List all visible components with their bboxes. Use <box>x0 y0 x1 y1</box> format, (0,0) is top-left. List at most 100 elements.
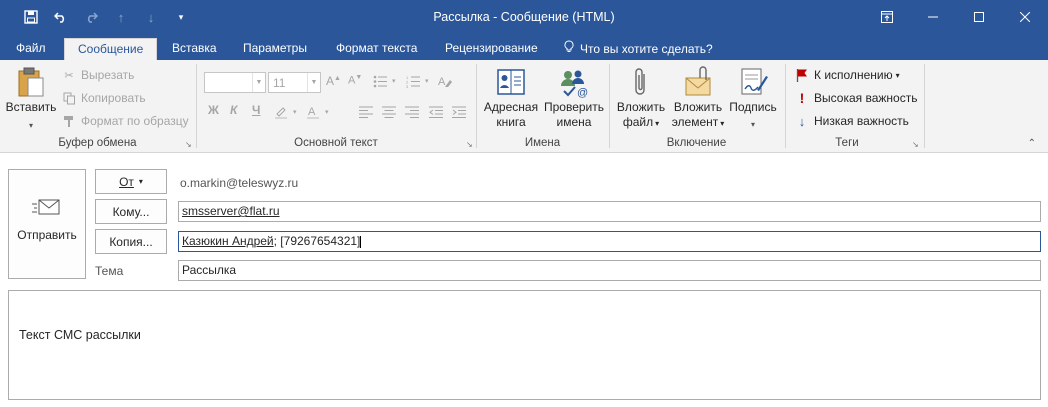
collapse-ribbon-icon[interactable]: ⌃ <box>1028 138 1036 149</box>
tab-insert[interactable]: Вставка <box>172 38 217 61</box>
tab-options[interactable]: Параметры <box>243 38 307 61</box>
shrink-font-icon: A▼ <box>348 74 363 87</box>
send-button[interactable]: Отправить <box>8 169 86 279</box>
paste-dropdown-icon[interactable]: ▾ <box>5 118 57 133</box>
svg-text:@: @ <box>577 87 588 98</box>
title-bar: ↑ ↓ ▾ Рассылка - Сообщение (HTML) <box>0 0 1048 34</box>
save-icon[interactable] <box>20 7 42 27</box>
down-arrow-icon: ↓ <box>798 113 806 129</box>
signature-icon <box>737 66 769 98</box>
tab-message[interactable]: Сообщение <box>64 38 158 61</box>
check-names-label-line1: Проверить <box>543 100 604 114</box>
close-icon[interactable] <box>1002 0 1048 34</box>
chevron-down-icon[interactable]: ▼ <box>307 73 320 92</box>
cc-button[interactable]: Копия... <box>95 229 167 254</box>
increase-indent-button[interactable] <box>451 104 471 120</box>
align-right-icon <box>404 104 420 120</box>
check-names-button[interactable]: @ Проверить имена <box>542 66 606 130</box>
highlight-button[interactable]: ▾ <box>273 104 297 120</box>
italic-button[interactable]: К <box>230 103 237 117</box>
high-importance-button[interactable]: ! Высокая важность <box>794 90 918 106</box>
shrink-font-button[interactable]: A▼ <box>348 74 362 87</box>
to-button[interactable]: Кому... <box>95 199 167 224</box>
window-controls <box>864 0 1048 34</box>
font-color-button[interactable]: A ▾ <box>305 104 329 120</box>
address-book-icon <box>495 66 527 98</box>
signature-label: Подпись <box>729 100 777 114</box>
redo-icon[interactable] <box>80 7 102 27</box>
copy-icon <box>61 90 77 106</box>
cc-field[interactable]: Казюкин Андрей; [79267654321] <box>178 231 1041 252</box>
font-name-combo[interactable]: ▼ <box>204 72 266 93</box>
underline-button[interactable]: Ч <box>252 103 260 117</box>
from-button[interactable]: От ▾ <box>95 169 167 194</box>
format-painter-button[interactable]: Формат по образцу <box>61 113 189 129</box>
decrease-indent-button[interactable] <box>428 104 448 120</box>
align-right-button[interactable] <box>404 104 424 120</box>
low-importance-button[interactable]: ↓ Низкая важность <box>794 113 909 129</box>
font-size-combo[interactable]: 11 ▼ <box>268 72 321 93</box>
tags-dialog-launcher-icon[interactable]: ↘ <box>912 140 919 149</box>
align-center-button[interactable] <box>381 104 401 120</box>
align-left-button[interactable] <box>358 104 378 120</box>
ribbon-display-options-icon[interactable] <box>864 0 910 34</box>
clear-formatting-button[interactable]: A <box>437 73 457 89</box>
chevron-down-icon[interactable]: ▾ <box>293 108 297 116</box>
cut-label: Вырезать <box>81 68 135 82</box>
grow-font-button[interactable]: A▲ <box>326 74 341 88</box>
minimize-icon[interactable] <box>910 0 956 34</box>
signature-button[interactable]: Подпись ▾ <box>727 66 779 132</box>
to-recipient[interactable]: smsserver@flat.ru <box>182 204 280 218</box>
maximize-icon[interactable] <box>956 0 1002 34</box>
chevron-down-icon[interactable]: ▾ <box>392 77 396 85</box>
basic-text-dialog-launcher-icon[interactable]: ↘ <box>466 140 473 149</box>
chevron-down-icon[interactable]: ▾ <box>727 117 779 132</box>
high-importance-label: Высокая важность <box>814 91 918 105</box>
chevron-down-icon[interactable]: ▾ <box>425 77 429 85</box>
chevron-down-icon[interactable]: ▾ <box>720 119 724 128</box>
message-body[interactable]: Текст СМС рассылки <box>8 290 1041 400</box>
subject-field[interactable]: Рассылка <box>178 260 1041 281</box>
lightbulb-icon <box>564 39 574 60</box>
subject-label: Тема <box>95 264 124 278</box>
svg-text:A: A <box>308 106 316 118</box>
chevron-down-icon[interactable]: ▾ <box>655 119 659 128</box>
chevron-down-icon[interactable]: ▼ <box>252 73 265 92</box>
subject-value: Рассылка <box>182 263 237 277</box>
tab-format-text[interactable]: Формат текста <box>336 38 417 61</box>
copy-button[interactable]: Копировать <box>61 90 146 106</box>
customize-qat-icon[interactable]: ▾ <box>170 7 192 27</box>
cut-button[interactable]: ✂ Вырезать <box>61 67 134 83</box>
bold-button[interactable]: Ж <box>208 103 219 117</box>
copy-label: Копировать <box>81 91 146 105</box>
paste-label: Вставить <box>5 100 57 114</box>
chevron-down-icon[interactable]: ▾ <box>896 71 900 80</box>
tab-file[interactable]: Файл <box>16 38 46 61</box>
attach-item-button[interactable]: Вложить элемент ▾ <box>669 66 727 131</box>
basic-text-group-label: Основной текст <box>294 137 378 149</box>
ribbon-tabs: Файл Сообщение Вставка Параметры Формат … <box>0 34 1048 61</box>
attach-file-button[interactable]: Вложить файл ▾ <box>613 66 669 131</box>
eraser-icon: A <box>437 73 453 89</box>
undo-icon[interactable] <box>50 7 72 27</box>
tab-review[interactable]: Рецензирование <box>445 38 538 61</box>
low-importance-label: Низкая важность <box>814 114 909 128</box>
bullets-button[interactable]: ▾ <box>372 73 396 89</box>
numbering-button[interactable]: 123 ▾ <box>405 73 429 89</box>
to-field[interactable]: smsserver@flat.ru <box>178 201 1041 222</box>
tell-me-box[interactable]: Что вы хотите сделать? <box>564 38 713 61</box>
cc-recipient-name[interactable]: Казюкин Андрей <box>182 234 274 248</box>
up-arrow-icon[interactable]: ↑ <box>110 7 132 27</box>
address-book-button[interactable]: Адресная книга <box>482 66 540 130</box>
check-names-label-line2: имена <box>556 115 592 129</box>
text-cursor <box>360 235 362 248</box>
down-arrow-icon[interactable]: ↓ <box>140 7 162 27</box>
follow-up-button[interactable]: К исполнению ▾ <box>794 67 900 83</box>
paste-button[interactable]: Вставить ▾ <box>5 66 57 133</box>
chevron-down-icon[interactable]: ▾ <box>325 108 329 116</box>
from-value: o.markin@teleswyz.ru <box>180 176 299 190</box>
clipboard-dialog-launcher-icon[interactable]: ↘ <box>185 140 192 149</box>
tell-me-label: Что вы хотите сделать? <box>580 42 713 56</box>
chevron-down-icon: ▾ <box>138 177 143 186</box>
group-separator <box>609 64 610 148</box>
